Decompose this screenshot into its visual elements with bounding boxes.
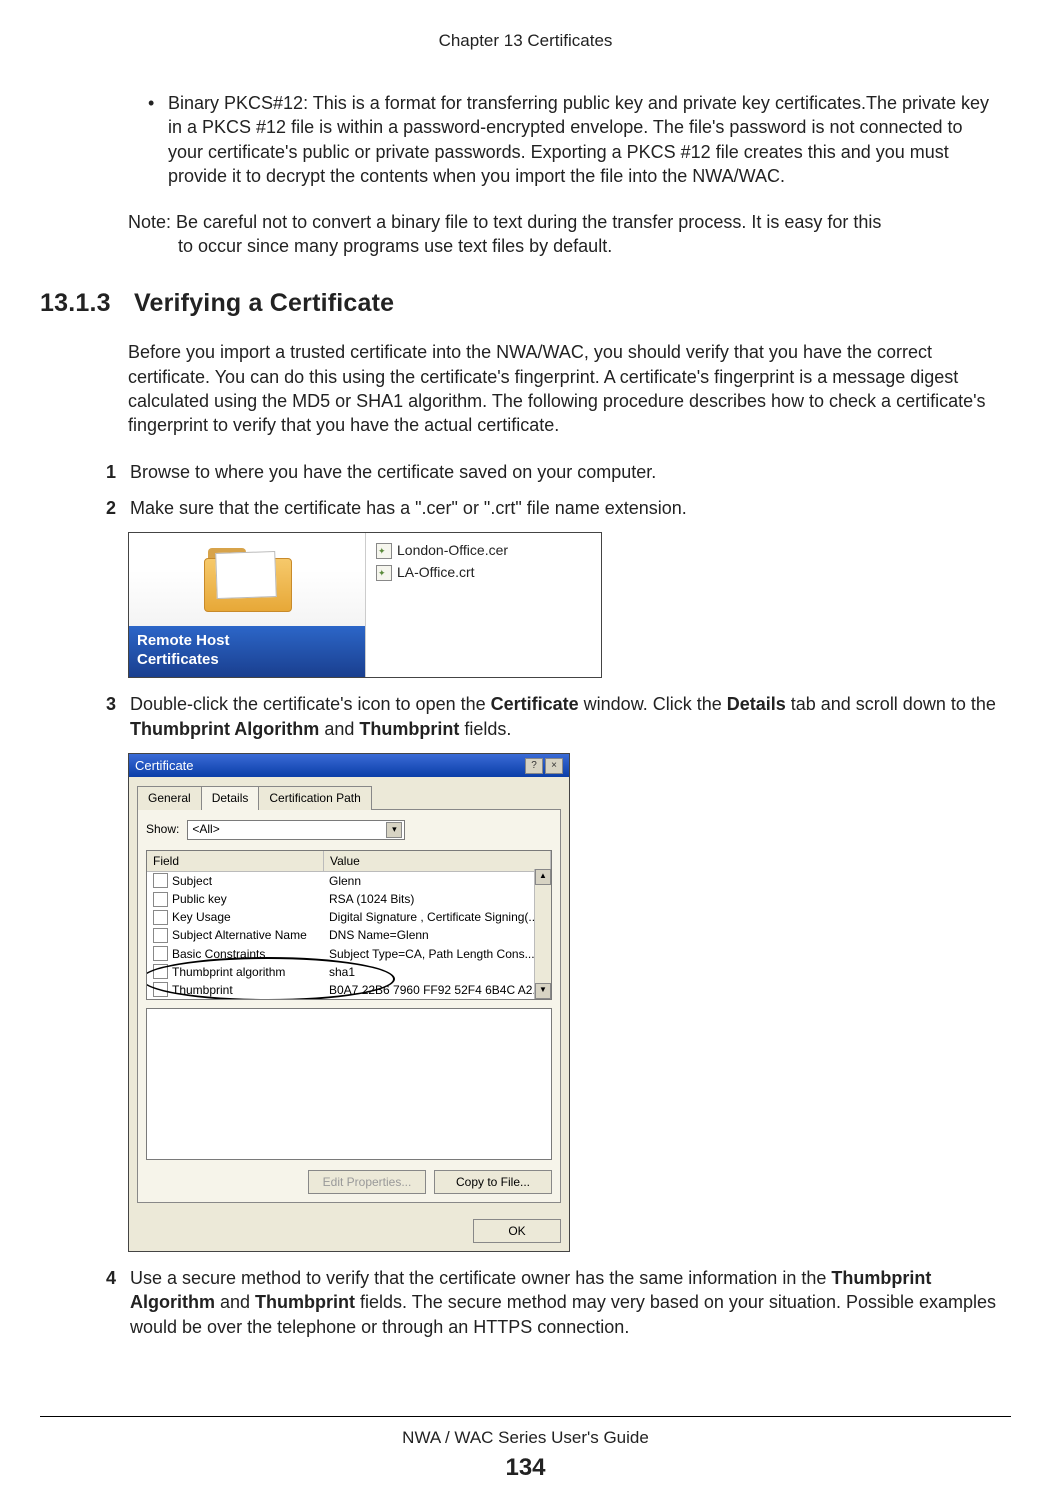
dialog-title: Certificate (135, 757, 194, 775)
section-heading: 13.1.3 Verifying a Certificate (40, 287, 1011, 321)
step-4-text: Use a secure method to verify that the c… (130, 1266, 1001, 1339)
dialog-titlebar: Certificate ? × (129, 754, 569, 778)
step-1-text: Browse to where you have the certificate… (130, 460, 1001, 484)
folder-title-line1: Remote Host (137, 632, 230, 649)
help-button[interactable]: ? (525, 758, 543, 774)
list-row[interactable]: Public key RSA (1024 Bits) (147, 890, 551, 908)
file-row[interactable]: ✦ London-Office.cer (376, 541, 591, 560)
ok-button[interactable]: OK (473, 1219, 561, 1243)
details-listview[interactable]: Field Value Subject Glenn Public key RSA… (146, 850, 552, 1000)
field-icon (153, 892, 168, 907)
certificate-file-icon: ✦ (376, 543, 392, 559)
scroll-down-icon[interactable]: ▼ (535, 983, 551, 999)
tab-certification-path[interactable]: Certification Path (258, 786, 371, 809)
step-2-text: Make sure that the certificate has a ".c… (130, 496, 1001, 520)
field-icon (153, 946, 168, 961)
note-prefix: Note: (128, 212, 176, 232)
step-number-3: 3 (102, 692, 116, 741)
section-number: 13.1.3 (40, 287, 120, 321)
detail-value-box (146, 1008, 552, 1160)
certificate-file-icon: ✦ (376, 565, 392, 581)
field-icon (153, 910, 168, 925)
chevron-down-icon[interactable]: ▾ (386, 822, 402, 838)
close-button[interactable]: × (545, 758, 563, 774)
field-icon (153, 982, 168, 997)
file-name: LA-Office.crt (397, 563, 475, 582)
tab-details[interactable]: Details (201, 786, 260, 809)
list-row[interactable]: Thumbprint algorithm sha1 (147, 963, 551, 981)
show-value: <All> (192, 821, 219, 837)
folder-title: Remote Host Certificates (129, 626, 365, 678)
copy-to-file-button[interactable]: Copy to File... (434, 1170, 552, 1194)
list-row[interactable]: Subject Glenn (147, 872, 551, 890)
field-icon (153, 873, 168, 888)
footer-page-number: 134 (0, 1452, 1051, 1484)
step-number-1: 1 (102, 460, 116, 484)
step-number-4: 4 (102, 1266, 116, 1339)
scrollbar[interactable]: ▲ ▼ (534, 869, 551, 999)
footer-rule (40, 1416, 1011, 1417)
list-row[interactable]: Basic Constraints Subject Type=CA, Path … (147, 945, 551, 963)
file-name: London-Office.cer (397, 541, 508, 560)
tab-general[interactable]: General (137, 786, 202, 809)
folder-icon (204, 548, 290, 612)
intro-paragraph: Before you import a trusted certificate … (128, 340, 1011, 437)
note-text-line1: Be careful not to convert a binary file … (176, 212, 881, 232)
footer-guide-title: NWA / WAC Series User's Guide (0, 1427, 1051, 1450)
page-header: Chapter 13 Certificates (40, 30, 1011, 53)
figure-folder-files: Remote Host Certificates ✦ London-Office… (128, 532, 1011, 678)
field-icon (153, 928, 168, 943)
scroll-up-icon[interactable]: ▲ (535, 869, 551, 885)
note-block: Note: Be careful not to convert a binary… (128, 210, 1011, 259)
note-text-line2: to occur since many programs use text fi… (128, 234, 1001, 258)
figure-certificate-dialog: Certificate ? × General Details Certific… (128, 753, 1011, 1252)
list-row[interactable]: Subject Alternative Name DNS Name=Glenn (147, 926, 551, 944)
list-row[interactable]: Key Usage Digital Signature , Certificat… (147, 908, 551, 926)
folder-title-line2: Certificates (137, 651, 219, 668)
column-field[interactable]: Field (147, 851, 324, 871)
edit-properties-button: Edit Properties... (308, 1170, 426, 1194)
show-label: Show: (146, 821, 179, 837)
bullet-pkcs12: Binary PKCS#12: This is a format for tra… (148, 91, 1011, 188)
file-row[interactable]: ✦ LA-Office.crt (376, 563, 591, 582)
section-title: Verifying a Certificate (134, 287, 394, 321)
step-number-2: 2 (102, 496, 116, 520)
field-icon (153, 964, 168, 979)
step-3-text: Double-click the certificate's icon to o… (130, 692, 1001, 741)
show-combobox[interactable]: <All> ▾ (187, 820, 405, 840)
list-row[interactable]: Thumbprint B0A7 22B6 7960 FF92 52F4 6B4C… (147, 981, 551, 999)
column-value[interactable]: Value (324, 851, 551, 871)
